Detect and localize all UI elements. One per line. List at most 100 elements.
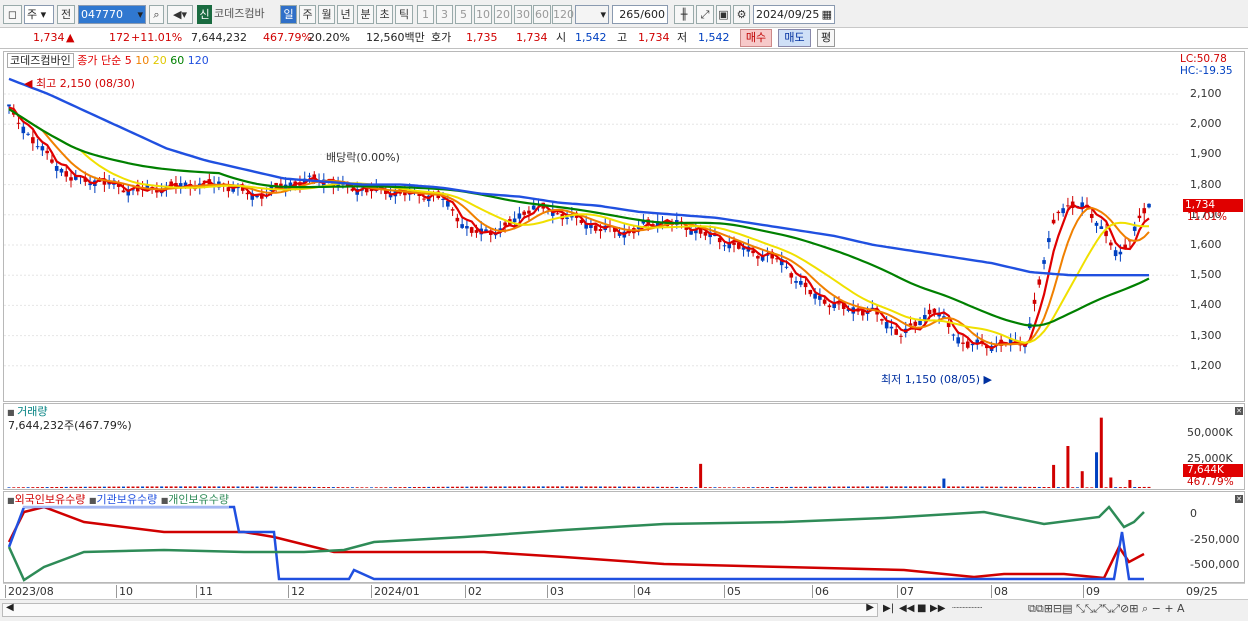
volume-bar	[556, 486, 560, 488]
chart-window-icon[interactable]: ◻	[3, 5, 22, 24]
custom-interval-select[interactable]: ▾	[575, 5, 609, 24]
interval-3[interactable]: 3	[436, 5, 453, 24]
volume-bar	[527, 486, 531, 488]
interval-120[interactable]: 120	[552, 5, 574, 24]
volume-bar	[804, 486, 808, 488]
forward-icon[interactable]: ▶▶	[930, 603, 945, 614]
bottom-toolbar: ◀ ▶ ▶| ◀◀ ■ ▶▶ ┈┈┈┈┈ ⧉⧉⊞⊟▤ ⤡⤡⤢⤡⤢⊘⊞ ⌕ − +…	[0, 599, 1248, 621]
holdings-legend: ■외국인보유수량 ■기관보유수량 ■개인보유수량	[7, 493, 229, 508]
volume-bar	[393, 487, 397, 488]
volume-value: 7,644,232	[191, 31, 247, 44]
lc-value: LC:50.78	[1180, 53, 1227, 65]
volume-panel: ■ 거래량 7,644,232주(467.79%) 50,000K 25,000…	[3, 403, 1245, 490]
sell-button[interactable]: 매도	[778, 29, 811, 47]
price-y-tick: 1,200	[1190, 358, 1222, 372]
volume-bar	[341, 487, 345, 488]
trade-amount: 12,560백만	[366, 31, 425, 44]
period-minute[interactable]: 분	[357, 5, 374, 24]
save-icon[interactable]: ▣	[716, 5, 731, 24]
candle-body	[951, 334, 956, 336]
volume-bar	[236, 486, 240, 488]
volume-bar	[975, 486, 979, 488]
volume-bar	[551, 486, 555, 488]
market-select[interactable]: 주 ▾	[24, 5, 54, 24]
volume-bar	[889, 486, 893, 488]
chart-scrollbar[interactable]: ◀ ▶	[2, 602, 878, 617]
stock-code-input[interactable]: 047770 ▾	[78, 5, 146, 24]
volume-bar	[837, 486, 841, 488]
candle-type-icon[interactable]: ╫	[674, 5, 694, 24]
volume-bar	[951, 486, 955, 488]
volume-title-text: 거래량	[17, 405, 48, 418]
settings-gear-icon[interactable]: ⚙	[733, 5, 750, 24]
volume-bar	[904, 486, 908, 488]
date-field[interactable]: 2024/09/25 ▦	[753, 5, 835, 24]
volume-bar	[947, 486, 951, 488]
volume-bar	[1066, 446, 1070, 488]
volume-chart[interactable]	[4, 404, 1180, 489]
calendar-icon[interactable]: ▦	[822, 6, 832, 23]
volume-bar	[136, 486, 140, 488]
foreign-holding-line	[7, 505, 1145, 580]
count-total: /600	[640, 8, 665, 21]
candle-body	[64, 171, 69, 177]
volume-bar	[1013, 486, 1017, 488]
code-dropdown-icon[interactable]: ▾	[137, 6, 143, 23]
rewind-icon[interactable]: ◀◀	[899, 603, 914, 614]
volume-bar	[517, 486, 521, 488]
price-chart[interactable]	[4, 52, 1180, 401]
interval-5[interactable]: 5	[455, 5, 472, 24]
candle-body	[1047, 238, 1051, 243]
candle-body	[889, 326, 894, 329]
volume-bar	[651, 486, 655, 488]
volume-bar	[1052, 464, 1056, 488]
hoga-bid: 1,734	[516, 31, 548, 44]
volume-bar	[799, 486, 803, 488]
volume-bar	[718, 487, 722, 488]
hold-tick-500000: -500,000	[1190, 558, 1240, 571]
period-week[interactable]: 주	[299, 5, 316, 24]
first-page-icon[interactable]: ▶|	[883, 603, 894, 614]
high-note: 최고 2,150 (08/30)	[35, 77, 135, 90]
period-month[interactable]: 월	[318, 5, 335, 24]
candle-body	[465, 226, 469, 229]
candle-body	[531, 205, 536, 210]
range-slider[interactable]: ┈┈┈┈┈	[952, 603, 982, 614]
open-price: 1,542	[575, 31, 607, 44]
volume-bar	[1037, 486, 1041, 488]
volume-bar	[818, 486, 822, 488]
search-icon[interactable]: ⌕	[149, 5, 164, 24]
prev-button[interactable]: 전	[57, 5, 75, 24]
period-second[interactable]: 초	[376, 5, 393, 24]
legend-stock-name[interactable]: 코데즈컴바인	[7, 53, 74, 68]
volume-bar	[980, 486, 984, 488]
volume-bar	[365, 487, 369, 488]
scroll-left-icon[interactable]: ◀	[6, 602, 14, 613]
interval-30[interactable]: 30	[514, 5, 532, 24]
period-day[interactable]: 일	[280, 5, 297, 24]
volume-bar	[93, 486, 97, 488]
speaker-icon[interactable]: ◀▾	[167, 5, 193, 24]
interval-10[interactable]: 10	[474, 5, 492, 24]
interval-60[interactable]: 60	[533, 5, 551, 24]
institution-holding-line	[7, 505, 1144, 581]
count-field[interactable]: 265/600	[612, 5, 668, 24]
period-year[interactable]: 년	[337, 5, 354, 24]
volume-bar	[188, 486, 192, 488]
candle-body	[1094, 222, 1099, 226]
price-y-tick: 1,900	[1190, 147, 1222, 161]
interval-20[interactable]: 20	[494, 5, 512, 24]
buy-button[interactable]: 매수	[740, 29, 772, 47]
period-tick[interactable]: 틱	[395, 5, 413, 24]
volume-close-icon[interactable]: ✕	[1235, 407, 1243, 415]
holdings-close-icon[interactable]: ✕	[1235, 495, 1243, 503]
volume-bar	[245, 486, 249, 488]
stop-icon[interactable]: ■	[917, 603, 926, 614]
drawing-tools[interactable]: ⧉⧉⊞⊟▤ ⤡⤡⤢⤡⤢⊘⊞ ⌕ − + A	[1028, 602, 1185, 616]
x-tick: 04	[634, 585, 651, 598]
interval-1[interactable]: 1	[417, 5, 434, 24]
scroll-right-icon[interactable]: ▶	[866, 602, 874, 613]
volume-bar	[107, 486, 111, 488]
overlay-icon[interactable]: ⤢	[696, 5, 714, 24]
avg-button[interactable]: 평	[817, 29, 835, 47]
